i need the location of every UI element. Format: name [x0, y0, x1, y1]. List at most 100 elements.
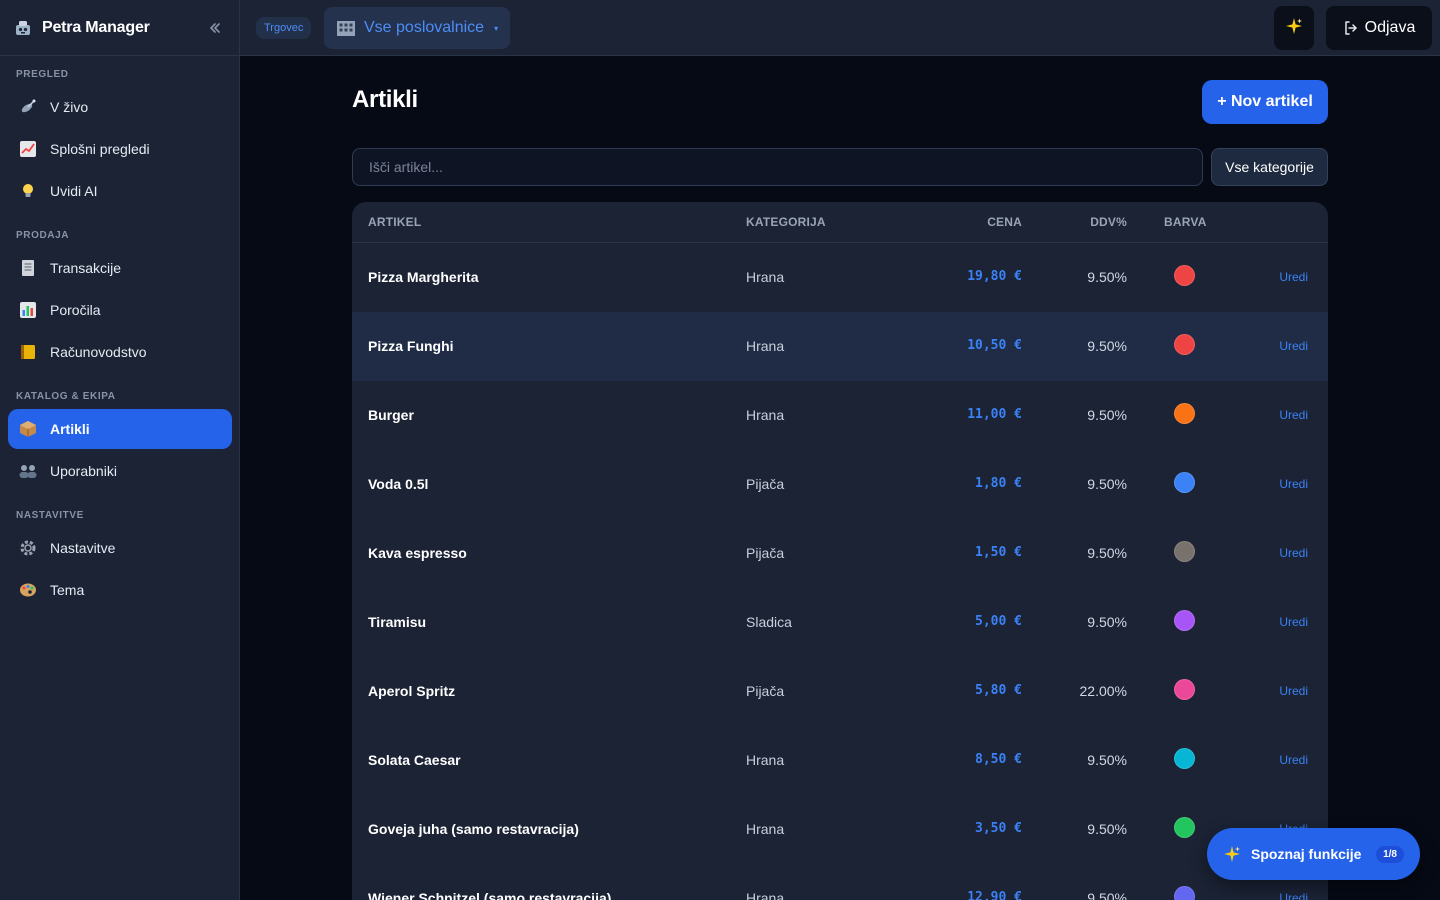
item-vat: 9.50%	[1087, 338, 1127, 354]
item-vat: 9.50%	[1087, 407, 1127, 423]
sidebar-item-uporabniki[interactable]: Uporabniki	[8, 451, 232, 491]
item-name: Aperol Spritz	[368, 683, 456, 699]
location-selector[interactable]: Vse poslovalnice ▾	[324, 7, 511, 49]
item-name: Pizza Margherita	[368, 269, 479, 285]
bar-chart-icon	[18, 300, 38, 320]
item-category: Pijača	[746, 545, 785, 561]
sidebar: Petra Manager PREGLED V živo Splošni pre…	[0, 0, 240, 900]
sidebar-item-label: Artikli	[50, 421, 90, 437]
item-category: Pijača	[746, 683, 785, 699]
table-row[interactable]: Pizza Margherita Hrana 19,80 € 9.50% Ure…	[352, 243, 1328, 312]
new-item-button[interactable]: + Nov artikel	[1202, 80, 1328, 124]
sidebar-item-label: Uporabniki	[50, 463, 117, 479]
logout-label: Odjava	[1364, 19, 1416, 36]
table-row[interactable]: Voda 0.5l Pijača 1,80 € 9.50% Uredi	[352, 450, 1328, 519]
sidebar-item-artikli[interactable]: Artikli	[8, 409, 232, 449]
lightbulb-icon	[18, 181, 38, 201]
search-input[interactable]	[352, 148, 1203, 186]
sidebar-item-label: Poročila	[50, 302, 101, 318]
item-price: 1,80 €	[975, 476, 1022, 491]
sidebar-item-porocila[interactable]: Poročila	[8, 290, 232, 330]
sidebar-item-label: Uvidi AI	[50, 183, 98, 199]
ai-sparkle-button[interactable]	[1274, 6, 1314, 50]
item-category: Pijača	[746, 476, 785, 492]
edit-link[interactable]: Uredi	[1279, 477, 1308, 491]
table-row[interactable]: Aperol Spritz Pijača 5,80 € 22.00% Uredi	[352, 657, 1328, 726]
sidebar-item-racunovodstvo[interactable]: Računovodstvo	[8, 332, 232, 372]
edit-link[interactable]: Uredi	[1279, 891, 1308, 900]
package-icon	[18, 419, 38, 439]
page-title: Artikli	[352, 86, 418, 113]
sidebar-item-v-zivo[interactable]: V živo	[8, 87, 232, 127]
column-header-category[interactable]: KATEGORIJA	[746, 215, 826, 229]
edit-link[interactable]: Uredi	[1279, 408, 1308, 422]
edit-link[interactable]: Uredi	[1279, 546, 1308, 560]
category-filter-select[interactable]: Vse kategorije	[1211, 148, 1328, 186]
edit-link[interactable]: Uredi	[1279, 684, 1308, 698]
table-row[interactable]: Tiramisu Sladica 5,00 € 9.50% Uredi	[352, 588, 1328, 657]
users-icon	[18, 461, 38, 481]
role-badge: Trgovec	[256, 17, 312, 39]
edit-link[interactable]: Uredi	[1279, 753, 1308, 767]
table-row[interactable]: Goveja juha (samo restavracija) Hrana 3,…	[352, 795, 1328, 864]
table-row[interactable]: Pizza Funghi Hrana 10,50 € 9.50% Uredi	[352, 312, 1328, 381]
item-category: Hrana	[746, 890, 785, 900]
section-label-nastavitve: NASTAVITVE	[16, 510, 84, 521]
item-category: Hrana	[746, 821, 785, 837]
item-color-swatch	[1174, 886, 1195, 900]
item-vat: 9.50%	[1087, 752, 1127, 768]
column-header-price[interactable]: CENA	[987, 215, 1022, 229]
item-category: Hrana	[746, 752, 785, 768]
table-row[interactable]: Kava espresso Pijača 1,50 € 9.50% Uredi	[352, 519, 1328, 588]
column-header-color[interactable]: BARVA	[1164, 215, 1207, 229]
item-price: 11,00 €	[967, 407, 1022, 422]
edit-link[interactable]: Uredi	[1279, 270, 1308, 284]
palette-icon	[18, 580, 38, 600]
item-price: 19,80 €	[967, 269, 1022, 284]
item-price: 3,50 €	[975, 821, 1022, 836]
item-name: Voda 0.5l	[368, 476, 429, 492]
gear-icon	[18, 538, 38, 558]
item-name: Wiener Schnitzel (samo restavracija)	[368, 890, 612, 900]
item-price: 1,50 €	[975, 545, 1022, 560]
logout-button[interactable]: Odjava	[1326, 6, 1432, 50]
sidebar-item-tema[interactable]: Tema	[8, 570, 232, 610]
feature-tour-button[interactable]: Spoznaj funkcije 1/8	[1207, 828, 1420, 880]
item-category: Sladica	[746, 614, 792, 630]
table-row[interactable]: Wiener Schnitzel (samo restavracija) Hra…	[352, 864, 1328, 900]
tour-progress-badge: 1/8	[1376, 845, 1404, 863]
satellite-icon	[18, 97, 38, 117]
sidebar-item-nastavitve[interactable]: Nastavitve	[8, 528, 232, 568]
section-label-katalog: KATALOG & EKIPA	[16, 391, 116, 402]
items-table: ARTIKEL KATEGORIJA CENA DDV% BARVA Pizza…	[352, 202, 1328, 900]
sidebar-item-uvidi-ai[interactable]: Uvidi AI	[8, 171, 232, 211]
location-label: Vse poslovalnice	[364, 19, 485, 36]
receipt-icon	[18, 258, 38, 278]
item-name: Burger	[368, 407, 414, 423]
item-name: Pizza Funghi	[368, 338, 454, 354]
sidebar-item-label: Tema	[50, 582, 85, 598]
edit-link[interactable]: Uredi	[1279, 339, 1308, 353]
item-vat: 9.50%	[1087, 269, 1127, 285]
sidebar-item-label: Transakcije	[50, 260, 122, 276]
item-price: 5,00 €	[975, 614, 1022, 629]
top-bar: Trgovec Vse poslovalnice ▾ Odjava	[240, 0, 1440, 56]
sidebar-item-transakcije[interactable]: Transakcije	[8, 248, 232, 288]
item-vat: 9.50%	[1087, 614, 1127, 630]
sidebar-item-splosni-pregledi[interactable]: Splošni pregledi	[8, 129, 232, 169]
column-header-vat[interactable]: DDV%	[1090, 215, 1127, 229]
column-header-name[interactable]: ARTIKEL	[368, 215, 421, 229]
edit-link[interactable]: Uredi	[1279, 615, 1308, 629]
item-price: 5,80 €	[975, 683, 1022, 698]
table-row[interactable]: Burger Hrana 11,00 € 9.50% Uredi	[352, 381, 1328, 450]
item-vat: 9.50%	[1087, 821, 1127, 837]
item-color-swatch	[1174, 541, 1195, 562]
item-category: Hrana	[746, 269, 785, 285]
item-name: Solata Caesar	[368, 752, 461, 768]
collapse-sidebar-icon[interactable]	[203, 16, 227, 40]
item-vat: 9.50%	[1087, 476, 1127, 492]
table-row[interactable]: Solata Caesar Hrana 8,50 € 9.50% Uredi	[352, 726, 1328, 795]
item-vat: 9.50%	[1087, 545, 1127, 561]
item-price: 8,50 €	[975, 752, 1022, 767]
sidebar-item-label: Računovodstvo	[50, 344, 147, 360]
